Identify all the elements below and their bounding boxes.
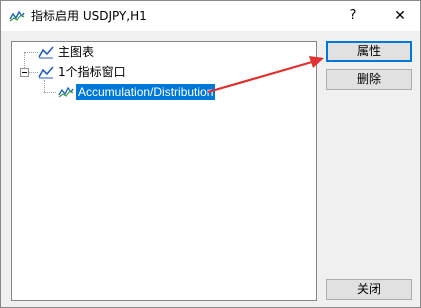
help-button[interactable]: ? [333, 1, 373, 31]
properties-button[interactable]: 属性 [326, 41, 412, 62]
collapse-toggle[interactable] [20, 68, 29, 77]
tree-connector [24, 52, 38, 53]
indicator-icon [58, 86, 74, 98]
tree-item-indicator-window[interactable]: 1个指标窗口 [56, 64, 128, 80]
tree-item-accumulation-distribution[interactable]: Accumulation/Distribution [76, 84, 216, 100]
title-bar: 指标启用 USDJPY,H1 ? ✕ [1, 1, 420, 31]
indicator-icon [9, 10, 25, 22]
window-title: 指标启用 USDJPY,H1 [31, 9, 147, 23]
tree-connector [44, 80, 45, 92]
tree-connector [44, 92, 56, 93]
indicator-tree[interactable]: 主图表 1个指标窗口 Accumulation/Distribution [11, 41, 317, 301]
close-button[interactable]: 关闭 [326, 279, 412, 300]
indicators-dialog: 指标启用 USDJPY,H1 ? ✕ 主图表 1个指标窗口 Accumulati… [0, 0, 421, 308]
tree-connector [29, 72, 38, 73]
delete-button[interactable]: 删除 [326, 69, 412, 90]
window-close-button[interactable]: ✕ [380, 1, 420, 31]
line-chart-icon [38, 46, 54, 59]
tree-item-main-chart[interactable]: 主图表 [56, 44, 96, 60]
line-chart-icon [38, 66, 54, 79]
